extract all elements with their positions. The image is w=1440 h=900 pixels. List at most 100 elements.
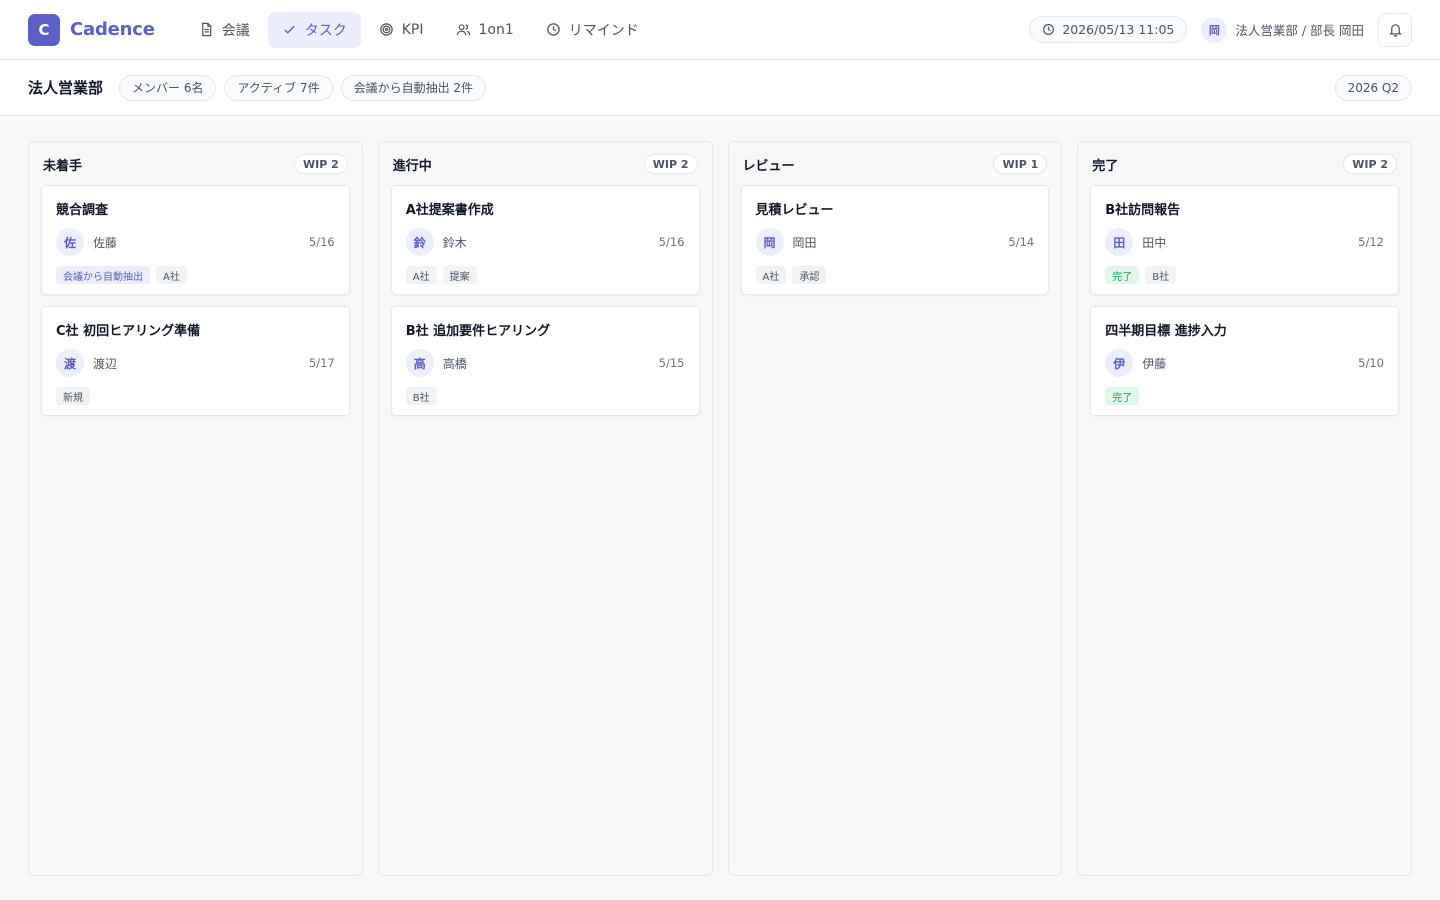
assignee-name: 渡辺	[93, 356, 118, 371]
column-title: レビュー	[742, 158, 795, 174]
avatar: 佐	[56, 228, 84, 256]
tag: 完了	[1105, 387, 1140, 405]
nav-item-reminders[interactable]: リマインド	[532, 12, 653, 48]
assignee: 高 高橋	[405, 349, 467, 377]
tag: A社	[405, 266, 437, 284]
column-todo: 未着手 WIP 2 競合調査 佐 佐藤 5/16 会議から自動抽出 A社 C社 …	[28, 141, 363, 876]
task-meta: 鈴 鈴木 5/16	[405, 228, 685, 256]
task-meta: 渡 渡辺 5/17	[56, 349, 335, 377]
auto-extract-chip: 会議から自動抽出 2件	[340, 74, 487, 101]
tag: A社	[156, 266, 187, 284]
assignee-name: 高橋	[442, 356, 467, 371]
task-card[interactable]: B社訪問報告 田 田中 5/12 完了 B社	[1090, 185, 1399, 295]
assignee-name: 鈴木	[442, 235, 467, 250]
task-card[interactable]: 競合調査 佐 佐藤 5/16 会議から自動抽出 A社	[41, 185, 350, 295]
brand[interactable]: C Cadence	[28, 13, 155, 46]
notifications-button[interactable]	[1378, 12, 1412, 47]
brand-name: Cadence	[70, 19, 155, 40]
column-header: 完了 WIP 2	[1090, 154, 1399, 174]
tag: 提案	[442, 266, 477, 284]
due-date: 5/15	[658, 356, 685, 370]
assignee-name: 佐藤	[93, 235, 118, 250]
nav-label: KPI	[401, 21, 424, 38]
member-count-chip: メンバー 6名	[119, 74, 217, 101]
avatar: 田	[1105, 228, 1134, 256]
nav-label: タスク	[304, 22, 347, 39]
top-bar: C Cadence 会議 タスク KPI 1on1 リマインド 2026/05/…	[0, 0, 1440, 60]
target-icon	[380, 23, 393, 36]
tag-list: 完了	[1105, 387, 1384, 405]
assignee: 岡 岡田	[755, 228, 817, 256]
task-title: 競合調査	[56, 203, 109, 218]
clock-icon	[547, 23, 560, 36]
task-title: A社提案書作成	[405, 203, 494, 218]
due-date: 5/12	[1358, 235, 1384, 249]
nav-label: 会議	[221, 22, 250, 39]
users-icon	[456, 24, 470, 36]
avatar: 渡	[56, 349, 84, 377]
avatar: 高	[405, 349, 434, 377]
column-review: レビュー WIP 1 見積レビュー 岡 岡田 5/14 A社 承認	[727, 141, 1063, 876]
sub-header: 法人営業部 メンバー 6名 アクティブ 7件 会議から自動抽出 2件 2026 …	[0, 60, 1440, 116]
task-card[interactable]: A社提案書作成 鈴 鈴木 5/16 A社 提案	[390, 185, 700, 295]
logo: C	[28, 13, 60, 46]
task-meta: 岡 岡田 5/14	[755, 228, 1035, 256]
nav-item-1on1[interactable]: 1on1	[442, 12, 528, 48]
column-done: 完了 WIP 2 B社訪問報告 田 田中 5/12 完了 B社 四半期目標 進捗…	[1077, 141, 1412, 876]
avatar: 伊	[1105, 349, 1134, 377]
tag-list: A社 承認	[755, 266, 1035, 284]
assignee-name: 伊藤	[1142, 356, 1167, 371]
due-date: 5/10	[1358, 356, 1384, 370]
wip-badge: WIP 2	[643, 154, 698, 174]
tag-list: 完了 B社	[1105, 266, 1384, 284]
task-title: C社 初回ヒアリング準備	[56, 324, 201, 339]
assignee-name: 田中	[1142, 235, 1167, 250]
tag-list: B社	[405, 387, 685, 405]
assignee-name: 岡田	[792, 235, 817, 250]
due-date: 5/14	[1008, 235, 1035, 249]
column-header: 未着手 WIP 2	[41, 154, 350, 174]
tag: 会議から自動抽出	[56, 266, 150, 284]
tag: B社	[1145, 266, 1177, 284]
top-right: 2026/05/13 11:05 岡 法人営業部 / 部長 岡田	[1029, 12, 1412, 47]
tag: 新規	[56, 387, 90, 405]
avatar: 岡	[755, 228, 784, 256]
tag: B社	[405, 387, 437, 405]
column-header: 進行中 WIP 2	[391, 154, 700, 174]
task-meta: 伊 伊藤 5/10	[1105, 349, 1384, 377]
task-card[interactable]: B社 追加要件ヒアリング 高 高橋 5/15 B社	[390, 306, 700, 416]
wip-badge: WIP 1	[993, 154, 1048, 174]
wip-badge: WIP 2	[1343, 154, 1397, 174]
column-title: 未着手	[43, 158, 83, 174]
column-header: レビュー WIP 1	[741, 154, 1050, 174]
task-title: 四半期目標 進捗入力	[1105, 324, 1227, 339]
nav-item-meetings[interactable]: 会議	[185, 12, 264, 48]
check-icon	[284, 25, 295, 34]
assignee: 鈴 鈴木	[405, 228, 467, 256]
active-count-chip: アクティブ 7件	[224, 74, 333, 101]
task-meta: 佐 佐藤 5/16	[56, 228, 335, 256]
user-label: 法人営業部 / 部長 岡田	[1235, 23, 1364, 38]
nav-item-tasks[interactable]: タスク	[267, 11, 361, 48]
nav-label: 1on1	[478, 21, 514, 38]
tag: 完了	[1105, 266, 1140, 284]
due-date: 5/16	[658, 235, 685, 249]
assignee: 田 田中	[1105, 228, 1166, 256]
assignee: 佐 佐藤	[56, 228, 117, 256]
nav-label: リマインド	[568, 22, 639, 39]
task-meta: 高 高橋 5/15	[405, 349, 685, 377]
tag-list: A社 提案	[405, 266, 685, 284]
due-date: 5/17	[308, 356, 335, 370]
nav-item-kpi[interactable]: KPI	[365, 12, 438, 48]
task-card[interactable]: 四半期目標 進捗入力 伊 伊藤 5/10 完了	[1090, 306, 1399, 416]
task-title: B社 追加要件ヒアリング	[405, 324, 551, 339]
task-card[interactable]: C社 初回ヒアリング準備 渡 渡辺 5/17 新規	[41, 306, 350, 416]
bell-icon	[1388, 24, 1402, 37]
user-menu[interactable]: 岡 法人営業部 / 部長 岡田	[1201, 16, 1364, 43]
column-title: 完了	[1092, 158, 1119, 174]
task-card[interactable]: 見積レビュー 岡 岡田 5/14 A社 承認	[740, 185, 1050, 295]
quarter-chip[interactable]: 2026 Q2	[1334, 74, 1412, 101]
column-title: 進行中	[392, 158, 432, 174]
document-icon	[201, 22, 212, 37]
avatar: 岡	[1201, 16, 1228, 43]
